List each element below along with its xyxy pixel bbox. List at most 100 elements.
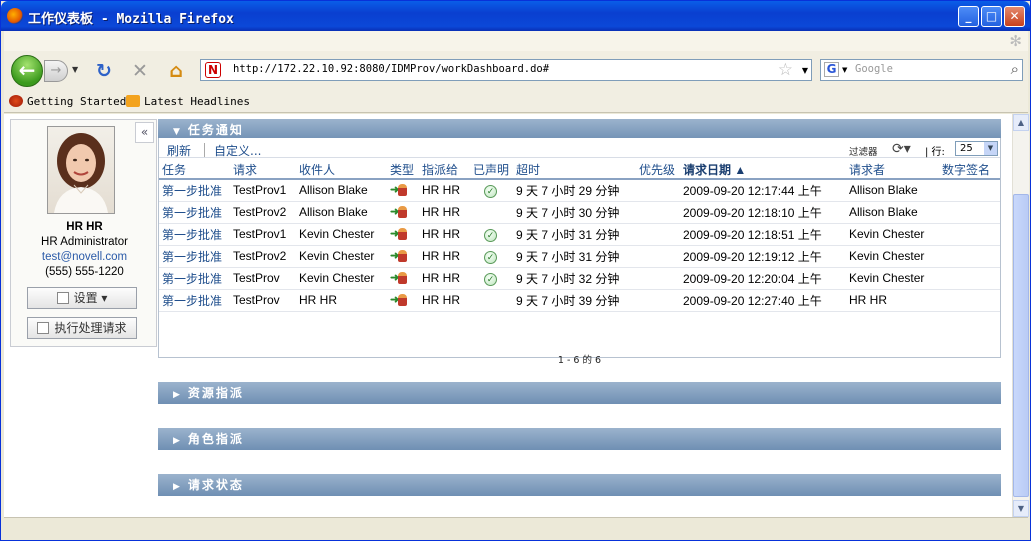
assign-user-icon: ➜ — [390, 271, 408, 285]
date-cell: 2009-09-20 12:18:10 上午 — [680, 201, 846, 224]
vertical-scrollbar[interactable]: ▲ ▼ — [1012, 114, 1029, 517]
bookmark-label: Getting Started — [27, 95, 127, 108]
date-cell: 2009-09-20 12:19:12 上午 — [680, 245, 846, 268]
minimize-button[interactable]: _ — [958, 6, 979, 27]
priority-cell — [636, 289, 680, 312]
section-title: 资源指派 — [187, 386, 244, 400]
navigation-toolbar: ← → ▼ ↻ ✕ ⌂ N http://172.22.10.92:8080/I… — [4, 51, 1028, 91]
table-row[interactable]: 第一步批准 TestProv1 Allison Blake ➜ HR HR ✓ 9 天 7 … — [159, 179, 1000, 202]
request-icon — [37, 322, 50, 334]
table-row[interactable]: 第一步批准 TestProv1 Kevin Chester ➜ HR HR ✓ 9 天 7 … — [159, 223, 1000, 246]
claimed-cell: ✓ — [470, 245, 513, 268]
assign-user-icon: ➜ — [390, 293, 408, 307]
bookmark-getting-started[interactable]: Getting Started — [9, 95, 126, 108]
signature-cell — [939, 201, 1000, 224]
search-input[interactable]: Google — [855, 63, 893, 75]
url-text[interactable]: http://172.22.10.92:8080/IDMProv/workDas… — [233, 63, 549, 75]
process-request-button[interactable]: 执行处理请求 — [27, 317, 137, 339]
type-cell: ➜ — [387, 201, 419, 224]
resource-assignment-header[interactable]: ▶ 资源指派 — [158, 382, 1001, 404]
recipient-cell: Kevin Chester — [296, 245, 387, 268]
col-claimed[interactable]: 已声明 — [470, 160, 513, 180]
site-favicon: N — [205, 62, 221, 78]
priority-cell — [636, 245, 680, 268]
task-link[interactable]: 第一步批准 — [159, 289, 230, 312]
date-cell: 2009-09-20 12:18:51 上午 — [680, 223, 846, 246]
auto-refresh-icon[interactable]: ⟳▾ — [892, 141, 911, 157]
url-dropdown-icon[interactable]: ▼ — [802, 66, 808, 75]
claimed-check-icon: ✓ — [484, 184, 497, 198]
settings-button[interactable]: 设置 ▾ — [27, 287, 137, 309]
reload-icon[interactable]: ↻ — [93, 60, 115, 82]
timeout-cell: 9 天 7 小时 32 分钟 — [513, 267, 636, 290]
col-requester[interactable]: 请求者 — [846, 160, 939, 180]
customize-link[interactable]: 自定义... — [214, 142, 261, 159]
col-recipient[interactable]: 收件人 — [296, 160, 387, 180]
col-task[interactable]: 任务 — [159, 160, 230, 180]
table-row[interactable]: 第一步批准 TestProv HR HR ➜ HR HR 9 天 7 小时 39 分钟 20… — [159, 289, 1000, 312]
request-status-header[interactable]: ▶ 请求状态 — [158, 474, 1001, 496]
table-row[interactable]: 第一步批准 TestProv Kevin Chester ➜ HR HR ✓ 9 天 7 小… — [159, 267, 1000, 290]
priority-cell — [636, 267, 680, 290]
requester-cell: Kevin Chester — [846, 223, 939, 246]
task-link[interactable]: 第一步批准 — [159, 201, 230, 224]
bookmark-star-icon[interactable]: ☆ — [778, 60, 793, 80]
task-link[interactable]: 第一步批准 — [159, 245, 230, 268]
bookmark-latest-headlines[interactable]: Latest Headlines — [126, 95, 250, 108]
search-engine-dropdown-icon[interactable]: ▼ — [842, 66, 847, 74]
close-button[interactable]: ✕ — [1004, 6, 1025, 27]
status-bar — [4, 517, 1028, 539]
task-table: 任务 请求 收件人 类型 指派给 已声明 超时 优先级 请求日期 ▲ 请求者 数… — [159, 160, 1000, 312]
search-icon[interactable]: ⌕ — [1011, 60, 1019, 78]
col-assigned-to[interactable]: 指派给 — [419, 160, 470, 180]
task-link[interactable]: 第一步批准 — [159, 179, 230, 202]
collapse-panel-button[interactable]: « — [135, 122, 154, 143]
rows-per-page-select[interactable]: 25 ▼ — [955, 141, 998, 156]
maximize-button[interactable]: □ — [981, 6, 1002, 27]
timeout-cell: 9 天 7 小时 39 分钟 — [513, 289, 636, 312]
task-link[interactable]: 第一步批准 — [159, 267, 230, 290]
col-priority[interactable]: 优先级 — [636, 160, 680, 180]
type-cell: ➜ — [387, 289, 419, 312]
expand-triangle-icon: ▶ — [173, 390, 182, 400]
col-type[interactable]: 类型 — [387, 160, 419, 180]
expand-triangle-icon: ▶ — [173, 436, 182, 446]
page-content: « HR HR HR Administrator test@novell.com… — [4, 114, 1012, 517]
col-timeout[interactable]: 超时 — [513, 160, 636, 180]
table-row[interactable]: 第一步批准 TestProv2 Kevin Chester ➜ HR HR ✓ 9 天 7 … — [159, 245, 1000, 268]
signature-cell — [939, 179, 1000, 202]
scroll-down-arrow-icon[interactable]: ▼ — [1013, 500, 1029, 517]
filter-link[interactable]: 过滤器 — [849, 144, 878, 158]
request-cell: TestProv2 — [230, 201, 296, 224]
claimed-check-icon: ✓ — [484, 228, 497, 242]
user-photo — [47, 126, 115, 214]
forward-button[interactable]: → — [44, 60, 68, 82]
url-bar[interactable]: N http://172.22.10.92:8080/IDMProv/workD… — [200, 59, 812, 81]
col-request[interactable]: 请求 — [230, 160, 296, 180]
scroll-up-arrow-icon[interactable]: ▲ — [1013, 114, 1029, 131]
throbber-icon: ✻ — [1009, 32, 1022, 50]
timeout-cell: 9 天 7 小时 30 分钟 — [513, 201, 636, 224]
refresh-link[interactable]: 刷新 — [167, 142, 191, 159]
claimed-cell: ✓ — [470, 223, 513, 246]
recipient-cell: Allison Blake — [296, 179, 387, 202]
role-assignment-header[interactable]: ▶ 角色指派 — [158, 428, 1001, 450]
search-engine-icon[interactable]: G — [824, 62, 839, 77]
home-icon[interactable]: ⌂ — [165, 60, 187, 82]
scroll-thumb[interactable] — [1013, 194, 1029, 497]
back-button[interactable]: ← — [11, 55, 43, 87]
col-digital-signature[interactable]: 数字签名 — [939, 160, 1000, 180]
stop-icon[interactable]: ✕ — [129, 60, 151, 82]
assign-user-icon: ➜ — [390, 205, 408, 219]
history-dropdown-icon[interactable]: ▼ — [72, 65, 78, 74]
task-link[interactable]: 第一步批准 — [159, 223, 230, 246]
section-title: 角色指派 — [187, 432, 244, 446]
profile-email-link[interactable]: test@novell.com — [11, 251, 158, 263]
priority-cell — [636, 201, 680, 224]
search-bar[interactable]: G ▼ Google ⌕ — [820, 59, 1023, 81]
table-row[interactable]: 第一步批准 TestProv2 Allison Blake ➜ HR HR 9 天 7 小… — [159, 201, 1000, 224]
type-cell: ➜ — [387, 245, 419, 268]
col-request-date[interactable]: 请求日期 ▲ — [680, 160, 846, 180]
assigned-cell: HR HR — [419, 179, 470, 202]
claimed-cell — [470, 201, 513, 224]
